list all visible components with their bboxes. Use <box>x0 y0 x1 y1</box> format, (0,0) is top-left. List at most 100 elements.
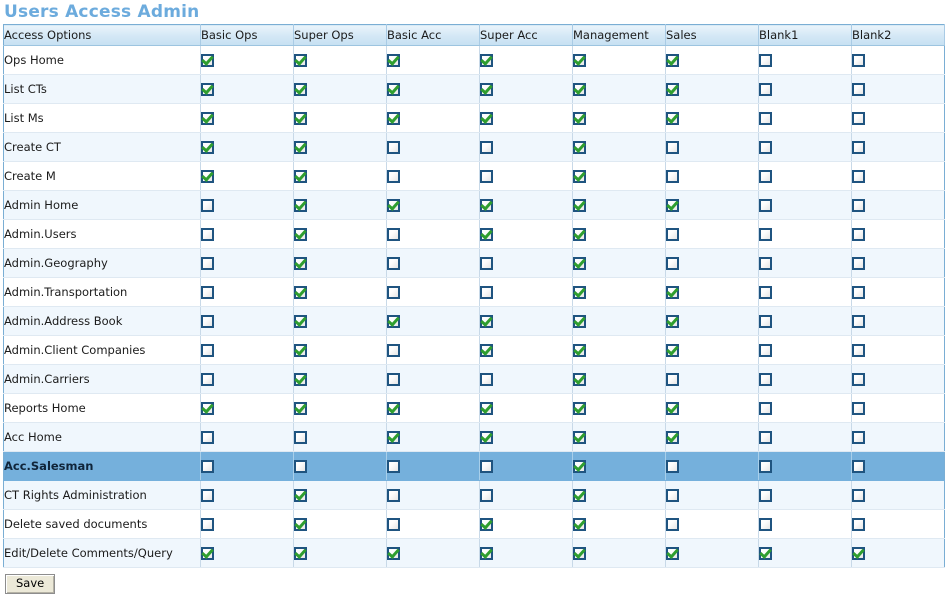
checkbox-unchecked-icon[interactable] <box>201 372 214 386</box>
permission-cell[interactable] <box>572 74 666 104</box>
checkbox-unchecked-icon[interactable] <box>852 372 865 386</box>
table-row[interactable]: List CTs <box>3 74 945 104</box>
checkbox-unchecked-icon[interactable] <box>666 488 679 502</box>
permission-cell[interactable] <box>293 364 387 394</box>
permission-cell[interactable] <box>758 45 852 75</box>
permission-cell[interactable] <box>386 132 480 162</box>
checkbox-checked-icon[interactable] <box>573 285 586 299</box>
permission-cell[interactable] <box>572 132 666 162</box>
permission-cell[interactable] <box>386 422 480 452</box>
permission-cell[interactable] <box>572 335 666 365</box>
checkbox-checked-icon[interactable] <box>294 198 307 212</box>
checkbox-checked-icon[interactable] <box>294 256 307 270</box>
permission-cell[interactable] <box>386 248 480 278</box>
checkbox-unchecked-icon[interactable] <box>759 111 772 125</box>
checkbox-unchecked-icon[interactable] <box>387 169 400 183</box>
checkbox-checked-icon[interactable] <box>201 401 214 415</box>
permission-cell[interactable] <box>479 422 573 452</box>
permission-cell[interactable] <box>572 509 666 539</box>
table-row[interactable]: Reports Home <box>3 393 945 423</box>
checkbox-checked-icon[interactable] <box>480 314 493 328</box>
checkbox-unchecked-icon[interactable] <box>201 517 214 531</box>
checkbox-checked-icon[interactable] <box>480 198 493 212</box>
checkbox-checked-icon[interactable] <box>387 430 400 444</box>
checkbox-checked-icon[interactable] <box>573 401 586 415</box>
permission-cell[interactable] <box>851 45 945 75</box>
checkbox-checked-icon[interactable] <box>573 111 586 125</box>
checkbox-unchecked-icon[interactable] <box>759 517 772 531</box>
checkbox-checked-icon[interactable] <box>573 227 586 241</box>
checkbox-checked-icon[interactable] <box>573 256 586 270</box>
permission-cell[interactable] <box>200 335 294 365</box>
checkbox-checked-icon[interactable] <box>294 140 307 154</box>
checkbox-checked-icon[interactable] <box>573 198 586 212</box>
checkbox-checked-icon[interactable] <box>573 53 586 67</box>
checkbox-unchecked-icon[interactable] <box>201 227 214 241</box>
permission-cell[interactable] <box>758 422 852 452</box>
permission-cell[interactable] <box>386 161 480 191</box>
checkbox-unchecked-icon[interactable] <box>480 140 493 154</box>
permission-cell[interactable] <box>665 190 759 220</box>
permission-cell[interactable] <box>665 451 759 481</box>
permission-cell[interactable] <box>572 451 666 481</box>
checkbox-checked-icon[interactable] <box>480 227 493 241</box>
permission-cell[interactable] <box>293 451 387 481</box>
checkbox-checked-icon[interactable] <box>573 459 586 473</box>
checkbox-unchecked-icon[interactable] <box>759 372 772 386</box>
checkbox-checked-icon[interactable] <box>294 53 307 67</box>
checkbox-unchecked-icon[interactable] <box>387 488 400 502</box>
permission-cell[interactable] <box>293 103 387 133</box>
checkbox-checked-icon[interactable] <box>666 430 679 444</box>
permission-cell[interactable] <box>758 74 852 104</box>
permission-cell[interactable] <box>665 393 759 423</box>
checkbox-checked-icon[interactable] <box>480 517 493 531</box>
permission-cell[interactable] <box>665 45 759 75</box>
table-row[interactable]: Admin.Geography <box>3 248 945 278</box>
checkbox-unchecked-icon[interactable] <box>852 53 865 67</box>
permission-cell[interactable] <box>386 74 480 104</box>
checkbox-unchecked-icon[interactable] <box>387 227 400 241</box>
permission-cell[interactable] <box>665 509 759 539</box>
permission-cell[interactable] <box>386 45 480 75</box>
checkbox-checked-icon[interactable] <box>480 53 493 67</box>
permission-cell[interactable] <box>572 45 666 75</box>
permission-cell[interactable] <box>572 364 666 394</box>
permission-cell[interactable] <box>572 103 666 133</box>
table-row[interactable]: Admin.Client Companies <box>3 335 945 365</box>
permission-cell[interactable] <box>665 480 759 510</box>
permission-cell[interactable] <box>200 190 294 220</box>
permission-cell[interactable] <box>479 74 573 104</box>
permission-cell[interactable] <box>293 306 387 336</box>
checkbox-unchecked-icon[interactable] <box>852 488 865 502</box>
permission-cell[interactable] <box>572 219 666 249</box>
permission-cell[interactable] <box>851 132 945 162</box>
checkbox-unchecked-icon[interactable] <box>852 517 865 531</box>
checkbox-checked-icon[interactable] <box>666 285 679 299</box>
permission-cell[interactable] <box>851 480 945 510</box>
checkbox-unchecked-icon[interactable] <box>852 227 865 241</box>
permission-cell[interactable] <box>572 538 666 568</box>
checkbox-checked-icon[interactable] <box>480 111 493 125</box>
permission-cell[interactable] <box>851 277 945 307</box>
permission-cell[interactable] <box>851 190 945 220</box>
checkbox-checked-icon[interactable] <box>294 343 307 357</box>
checkbox-checked-icon[interactable] <box>387 111 400 125</box>
permission-cell[interactable] <box>758 161 852 191</box>
permission-cell[interactable] <box>293 219 387 249</box>
permission-cell[interactable] <box>851 422 945 452</box>
checkbox-checked-icon[interactable] <box>294 82 307 96</box>
permission-cell[interactable] <box>479 335 573 365</box>
permission-cell[interactable] <box>200 393 294 423</box>
checkbox-unchecked-icon[interactable] <box>759 256 772 270</box>
permission-cell[interactable] <box>665 74 759 104</box>
permission-cell[interactable] <box>386 451 480 481</box>
permission-cell[interactable] <box>386 335 480 365</box>
permission-cell[interactable] <box>665 306 759 336</box>
permission-cell[interactable] <box>293 393 387 423</box>
checkbox-checked-icon[interactable] <box>480 430 493 444</box>
checkbox-checked-icon[interactable] <box>201 546 214 560</box>
permission-cell[interactable] <box>386 306 480 336</box>
checkbox-checked-icon[interactable] <box>573 314 586 328</box>
checkbox-checked-icon[interactable] <box>387 198 400 212</box>
checkbox-checked-icon[interactable] <box>201 169 214 183</box>
